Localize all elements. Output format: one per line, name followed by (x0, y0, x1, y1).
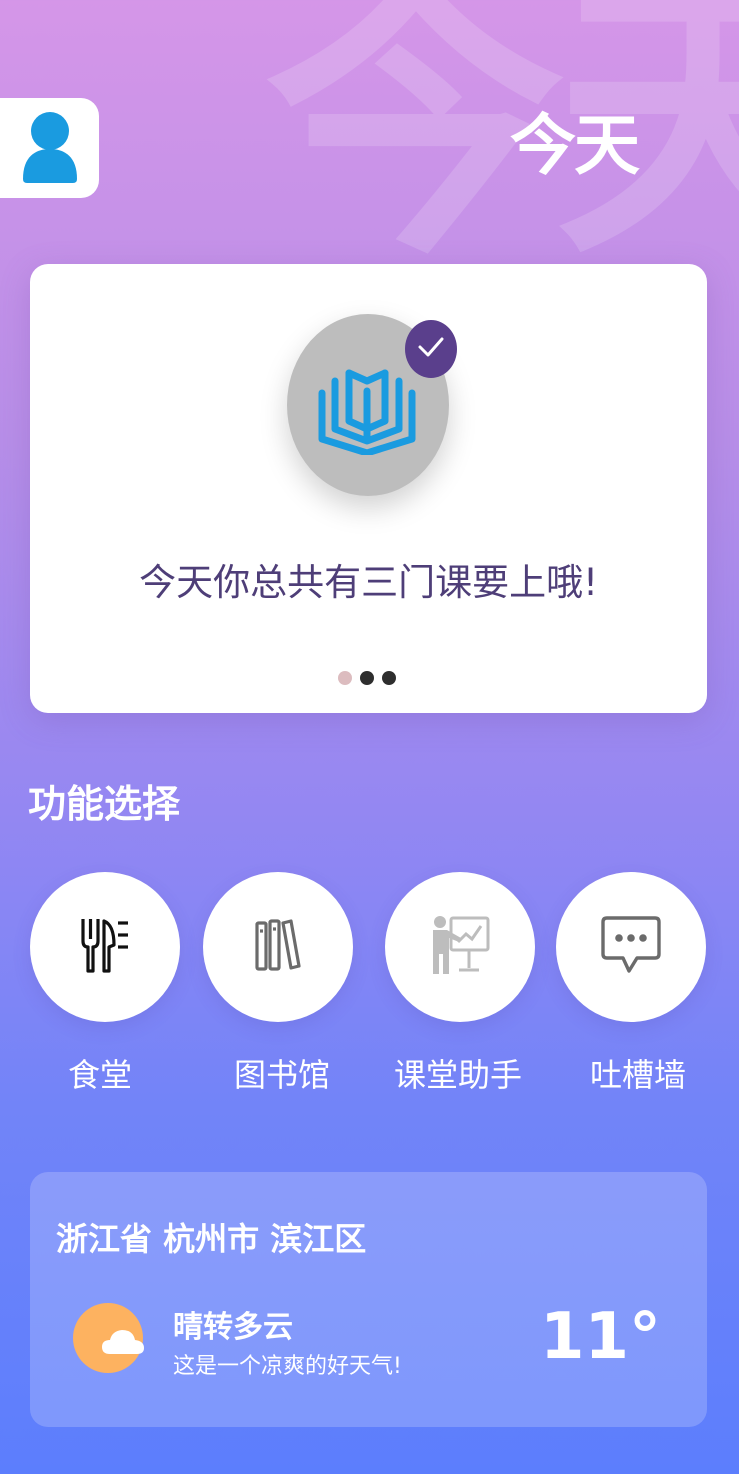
books-icon (255, 919, 301, 975)
teacher-board-icon (429, 914, 491, 980)
canteen-button[interactable] (30, 872, 180, 1022)
title-watermark: 今天 (265, 0, 739, 294)
class-assistant-button[interactable] (385, 872, 535, 1022)
check-icon (417, 336, 445, 362)
weather-location: 浙江省 杭州市 滨江区 (56, 1220, 367, 1258)
pagination-dot-1[interactable] (338, 671, 352, 685)
user-icon (21, 109, 79, 187)
avatar-button[interactable] (0, 98, 99, 198)
complaint-wall-button[interactable] (556, 872, 706, 1022)
canteen-label: 食堂 (67, 1056, 132, 1094)
section-title: 功能选择 (28, 782, 181, 826)
class-assistant-label: 课堂助手 (393, 1056, 522, 1094)
banner-message: 今天你总共有三门课要上哦! (139, 561, 598, 604)
pagination-dot-3[interactable] (382, 671, 396, 685)
check-badge (405, 320, 457, 378)
course-banner-card[interactable]: 今天你总共有三门课要上哦! (30, 264, 707, 713)
complaint-wall-label: 吐槽墙 (589, 1056, 686, 1094)
pagination-dots (338, 671, 396, 685)
weather-description: 这是一个凉爽的好天气! (173, 1354, 402, 1379)
weather-card[interactable]: 浙江省 杭州市 滨江区 晴转多云 这是一个凉爽的好天气! 11° (30, 1172, 707, 1427)
chat-bubble-icon (601, 915, 661, 979)
weather-condition: 晴转多云 (173, 1310, 293, 1345)
weather-temperature: 11° (539, 1300, 661, 1374)
partly-cloudy-icon (72, 1298, 152, 1382)
library-button[interactable] (203, 872, 353, 1022)
book-icon (316, 351, 420, 459)
library-label: 图书馆 (233, 1056, 330, 1094)
page-title: 今天 (510, 107, 640, 184)
pagination-dot-2[interactable] (360, 671, 374, 685)
utensils-icon (80, 917, 130, 977)
